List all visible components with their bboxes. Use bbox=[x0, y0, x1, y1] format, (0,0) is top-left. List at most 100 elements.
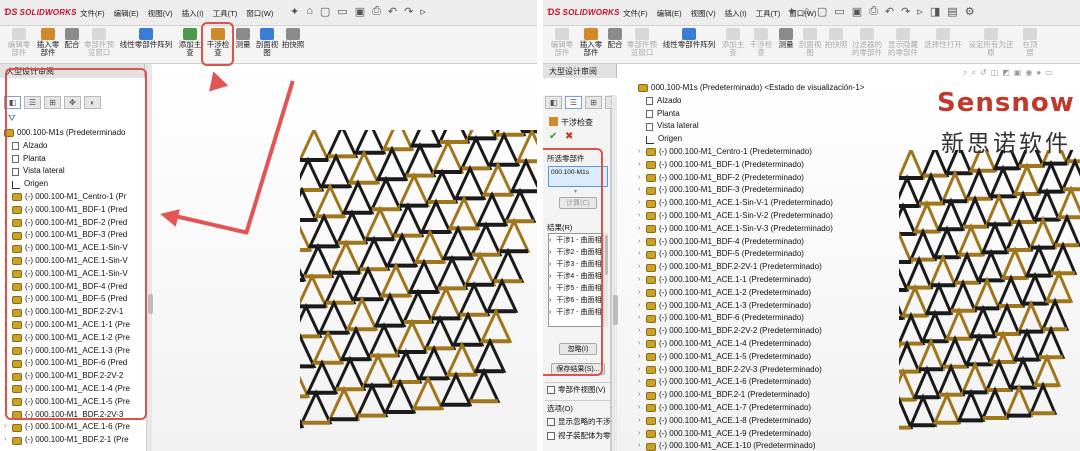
open-icon[interactable]: ▭ bbox=[834, 5, 844, 18]
save-icon[interactable]: ▣ bbox=[355, 5, 365, 18]
expand-arrow-icon[interactable]: › bbox=[638, 261, 646, 274]
expand-arrow-icon[interactable]: › bbox=[638, 287, 646, 300]
menu-item[interactable]: 编辑(E) bbox=[114, 8, 139, 19]
tree-part[interactable]: › (-) 000.100-M1_ACE.1-9 (Predeterminado) bbox=[638, 428, 864, 441]
tree-part[interactable]: › (-) 000.100-M1_BDF.2-2V-2 (Predetermina… bbox=[638, 325, 864, 338]
tree-part[interactable]: › (-) 000.100-M1_BDF.2-1 (Pre bbox=[4, 434, 130, 447]
tree-part[interactable]: › (-) 000.100-M1_BDF-1 (Predeterminado) bbox=[638, 159, 864, 172]
zoom-fit-icon[interactable]: ⌕ bbox=[963, 68, 967, 78]
subassembly-checkbox[interactable] bbox=[547, 431, 555, 440]
toolbar-button[interactable]: 插入零 部件 bbox=[34, 26, 62, 64]
home-icon[interactable]: ⌂ bbox=[306, 5, 313, 18]
tree-root[interactable]: 000.100-M1s (Predeterminado) <Estado de … bbox=[638, 82, 864, 95]
toolbar-button[interactable]: 过滤器的 的零部件 bbox=[849, 26, 885, 64]
pin-icon[interactable]: ✦ bbox=[787, 5, 796, 18]
expand-arrow-icon[interactable]: › bbox=[638, 248, 646, 261]
tree-part[interactable]: › (-) 000.100-M1_Centro-1 (Predeterminado… bbox=[638, 146, 864, 159]
menu-item[interactable]: 文件(F) bbox=[80, 8, 105, 19]
print-icon[interactable]: ⎙ bbox=[372, 5, 381, 18]
toolbar-button[interactable]: 拍快照 bbox=[280, 26, 306, 64]
expand-arrow-icon[interactable]: › bbox=[4, 421, 12, 434]
view-orientation-icon[interactable]: ◩ bbox=[1002, 68, 1010, 78]
expand-arrow-icon[interactable]: › bbox=[638, 376, 646, 389]
print-icon[interactable]: ⎙ bbox=[869, 5, 878, 18]
cancel-x-icon[interactable]: ✖ bbox=[565, 131, 573, 142]
tree-part[interactable]: › (-) 000.100-M1_BDF.2-1 (Predeterminado) bbox=[638, 389, 864, 402]
expand-arrow-icon[interactable]: › bbox=[638, 415, 646, 428]
toolbar-button[interactable]: 添加主 查 bbox=[176, 26, 204, 64]
display-style-icon[interactable]: ▣ bbox=[1014, 68, 1022, 78]
toolbar-button[interactable]: 测量 bbox=[232, 26, 254, 64]
toolbar-button[interactable]: 干涉检 查 bbox=[747, 26, 775, 64]
options-icon[interactable]: ⚙ bbox=[965, 5, 975, 18]
toolbar-button[interactable]: 测量 bbox=[775, 26, 797, 64]
tree-part[interactable]: › (-) 000.100-M1_ACE.1-5 (Predeterminado) bbox=[638, 351, 864, 364]
tree-part[interactable]: › (-) 000.100-M1_ACE.1-10 (Predeterminado… bbox=[638, 440, 864, 451]
expand-arrow-icon[interactable]: › bbox=[638, 210, 646, 223]
appearance-icon[interactable]: ● bbox=[1036, 68, 1041, 78]
expand-arrow-icon[interactable]: › bbox=[638, 236, 646, 249]
toolbar-button[interactable]: 配合 bbox=[62, 26, 82, 64]
toolbar-button[interactable]: 线性零部件阵列 bbox=[661, 26, 717, 64]
menu-item[interactable]: 视图(V) bbox=[691, 8, 716, 19]
expand-arrow-icon[interactable]: › bbox=[638, 428, 646, 441]
menu-item[interactable]: 编辑(E) bbox=[657, 8, 682, 19]
toolbar-button[interactable]: 编辑零 部件 bbox=[4, 26, 34, 64]
pin-icon[interactable]: ✦ bbox=[290, 5, 299, 18]
tree-part[interactable]: › (-) 000.100-M1_BDF.2-2V-1 (Predetermina… bbox=[638, 261, 864, 274]
results-scrollbar[interactable] bbox=[603, 233, 608, 327]
toolbar-button[interactable]: 剖面视 图 bbox=[797, 26, 823, 64]
toolbar-button[interactable]: 设定所有为还原 bbox=[967, 26, 1015, 64]
expand-arrow-icon[interactable]: › bbox=[4, 434, 12, 447]
component-view-checkbox[interactable] bbox=[547, 385, 555, 394]
menu-item[interactable]: 文件(F) bbox=[623, 8, 648, 19]
feature-tree-tab-icon[interactable]: ◧ bbox=[545, 96, 562, 109]
toolbar-button[interactable]: 添加主 查 bbox=[719, 26, 747, 64]
expand-arrow-icon[interactable]: › bbox=[638, 184, 646, 197]
expand-arrow-icon[interactable]: › bbox=[638, 389, 646, 402]
tree-part[interactable]: › (-) 000.100-M1_ACE.1-8 (Predeterminado) bbox=[638, 415, 864, 428]
toolbar-button[interactable]: 零部件预 览窗口 bbox=[82, 26, 116, 64]
menu-item[interactable]: 工具(T) bbox=[213, 8, 238, 19]
tree-part[interactable]: › (-) 000.100-M1_BDF-5 (Predeterminado) bbox=[638, 248, 864, 261]
select-icon[interactable]: ▹ bbox=[420, 5, 426, 18]
expand-arrow-icon[interactable]: › bbox=[638, 351, 646, 364]
rebuild-icon[interactable]: ◨ bbox=[930, 5, 940, 18]
toolbar-button[interactable]: 插入零 部件 bbox=[577, 26, 605, 64]
tree-feature[interactable]: Planta bbox=[638, 108, 864, 121]
toolbar-button[interactable]: 显示隐藏 的零部件 bbox=[885, 26, 921, 64]
expand-arrow-icon[interactable]: › bbox=[638, 159, 646, 172]
tree-feature[interactable]: Vista lateral bbox=[638, 120, 864, 133]
tree-part[interactable]: › (-) 000.100-M1_ACE.1-Sin-V-3 (Predeterm… bbox=[638, 223, 864, 236]
undo-icon[interactable]: ↶ bbox=[388, 5, 397, 18]
show-ignored-checkbox[interactable] bbox=[547, 417, 555, 426]
menu-item[interactable]: 视图(V) bbox=[148, 8, 173, 19]
tree-part[interactable]: › (-) 000.100-M1_ACE.1-Sin-V-2 (Predeterm… bbox=[638, 210, 864, 223]
expand-arrow-icon[interactable]: › bbox=[638, 402, 646, 415]
expand-arrow-icon[interactable]: › bbox=[638, 364, 646, 377]
ok-check-icon[interactable]: ✔ bbox=[549, 131, 557, 142]
expand-arrow-icon[interactable]: › bbox=[638, 325, 646, 338]
redo-icon[interactable]: ↷ bbox=[901, 5, 910, 18]
expand-arrow-icon[interactable]: › bbox=[638, 312, 646, 325]
hide-show-icon[interactable]: ◉ bbox=[1025, 68, 1032, 78]
expand-arrow-icon[interactable]: › bbox=[638, 146, 646, 159]
menu-item[interactable]: 工具(T) bbox=[756, 8, 781, 19]
tree-part[interactable]: › (-) 000.100-M1_BDF-6 (Predeterminado) bbox=[638, 312, 864, 325]
tree-part[interactable]: › (-) 000.100-M1_ACE.1-4 (Predeterminado) bbox=[638, 338, 864, 351]
zoom-area-icon[interactable]: ⌕ bbox=[971, 68, 975, 78]
tree-part[interactable]: › (-) 000.100-M1_ACE.1-3 (Predeterminado) bbox=[638, 300, 864, 313]
toolbar-button[interactable]: 剖面视 图 bbox=[254, 26, 280, 64]
tree-part[interactable]: › (-) 000.100-M1_ACE.1-7 (Predeterminado) bbox=[638, 402, 864, 415]
property-tab-icon[interactable]: ☰ bbox=[565, 96, 582, 109]
tree-part[interactable]: › (-) 000.100-M1_ACE.1-Sin-V-1 (Predeterm… bbox=[638, 197, 864, 210]
tree-part[interactable]: › (-) 000.100-M1_ACE.1-6 (Predeterminado) bbox=[638, 376, 864, 389]
tree-part[interactable]: › (-) 000.100-M1_ACE.1-6 (Pre bbox=[4, 421, 130, 434]
save-icon[interactable]: ▣ bbox=[852, 5, 862, 18]
expand-arrow-icon[interactable]: › bbox=[638, 300, 646, 313]
expand-arrow-icon[interactable]: › bbox=[638, 338, 646, 351]
expand-arrow-icon[interactable]: › bbox=[638, 223, 646, 236]
section-view-icon[interactable]: ◫ bbox=[991, 68, 999, 78]
tree-feature[interactable]: Alzado bbox=[638, 95, 864, 108]
expand-arrow-icon[interactable]: › bbox=[638, 274, 646, 287]
